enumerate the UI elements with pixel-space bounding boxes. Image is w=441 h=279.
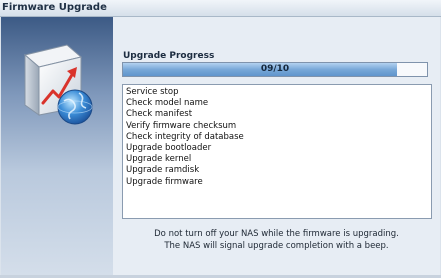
log-line: Check integrity of database bbox=[126, 131, 244, 142]
title-bar: Firmware Upgrade bbox=[0, 0, 441, 17]
sidebar-graphic-panel bbox=[1, 17, 113, 275]
warning-note-line-2: The NAS will signal upgrade completion w… bbox=[164, 241, 389, 251]
upgrade-progress-bar: 09/10 bbox=[122, 62, 428, 77]
warning-note-line-1: Do not turn off your NAS while the firmw… bbox=[154, 229, 399, 239]
upgrade-log-list[interactable]: Service stop Check model name Check manife… bbox=[122, 84, 432, 219]
window-title: Firmware Upgrade bbox=[2, 2, 107, 13]
log-line: Upgrade ramdisk bbox=[126, 165, 200, 176]
log-line: Upgrade bootloader bbox=[126, 143, 212, 154]
log-line: Upgrade firmware bbox=[126, 176, 203, 187]
upgrade-content-panel: Upgrade Progress 09/10 Service stop Check… bbox=[113, 17, 440, 275]
log-line: Check model name bbox=[126, 98, 209, 109]
log-line: Check manifest bbox=[126, 109, 193, 120]
log-line: Verify firmware checksum bbox=[126, 120, 237, 131]
firmware-upgrade-icon bbox=[23, 44, 93, 125]
upgrade-progress-label: Upgrade Progress bbox=[123, 51, 215, 61]
log-line: Upgrade kernel bbox=[126, 154, 192, 165]
progress-value-text: 09/10 bbox=[260, 64, 290, 74]
firmware-upgrade-window: Firmware Upgrade Upgrade Progress 09/10 … bbox=[0, 0, 441, 278]
log-line: Service stop bbox=[126, 87, 179, 97]
